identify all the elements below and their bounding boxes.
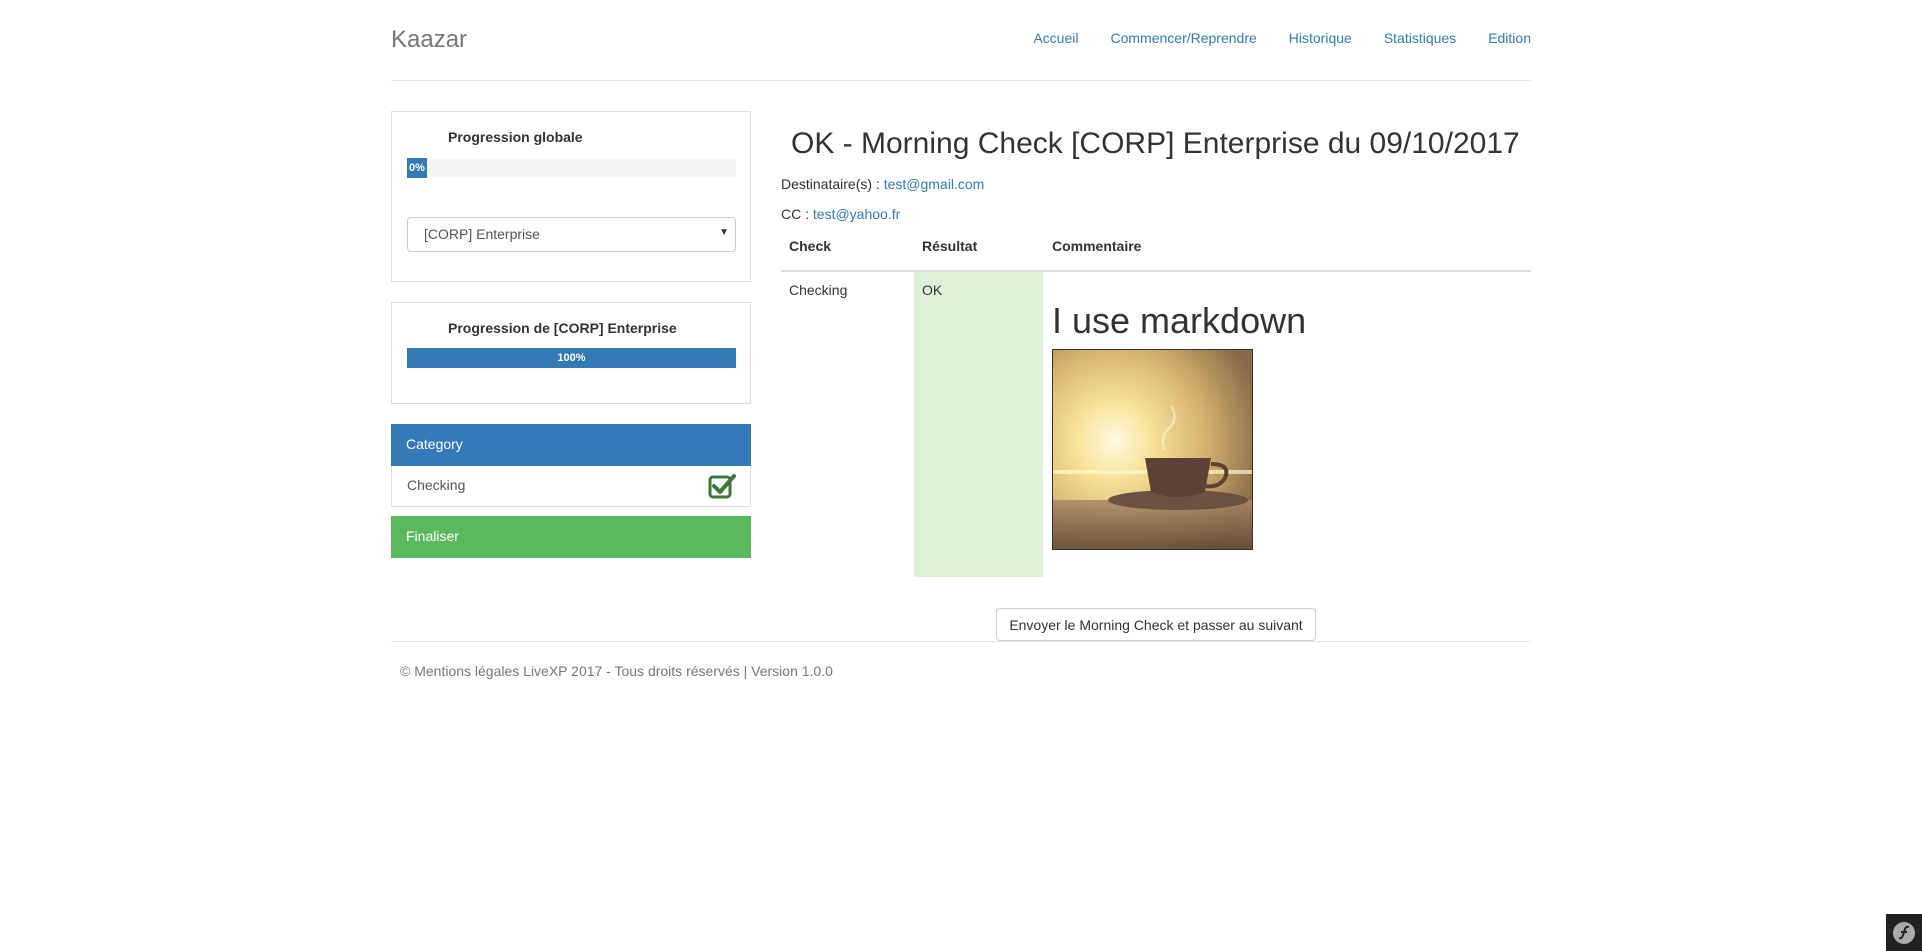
category-item-label: Checking: [407, 477, 466, 493]
brand-logo[interactable]: Kaazar: [391, 26, 467, 54]
main-nav: Accueil Commencer/Reprendre Historique S…: [1001, 30, 1531, 46]
check-square-icon: [708, 474, 736, 499]
environment-select-value: [CORP] Enterprise: [424, 226, 540, 242]
column-header-check: Check: [789, 238, 832, 254]
column-header-comment: Commentaire: [1052, 238, 1142, 254]
environment-progress-fill: 100%: [407, 348, 736, 368]
recipient-email-link[interactable]: test@gmail.com: [884, 176, 985, 192]
table-cell-result: OK: [922, 282, 943, 298]
column-header-result: Résultat: [922, 238, 978, 254]
global-progress-title: Progression globale: [448, 129, 583, 145]
nav-statistiques[interactable]: Statistiques: [1384, 30, 1456, 46]
global-progress-label: 0%: [409, 162, 425, 174]
nav-historique[interactable]: Historique: [1289, 30, 1352, 46]
cc-label: CC :: [781, 206, 809, 222]
finalize-button[interactable]: Finaliser: [391, 516, 751, 558]
global-progress-bar: 0%: [407, 158, 736, 178]
nav-commencer-reprendre[interactable]: Commencer/Reprendre: [1110, 30, 1256, 46]
table-cell-check: Checking: [789, 282, 848, 298]
global-progress-fill: 0%: [407, 158, 427, 178]
cc-line: CC : test@yahoo.fr: [781, 206, 900, 222]
comment-coffee-image: [1052, 349, 1253, 550]
page-title: OK - Morning Check [CORP] Enterprise du …: [791, 127, 1520, 160]
category-header: Category: [391, 424, 751, 466]
environment-progress-panel: Progression de [CORP] Enterprise 100%: [391, 302, 751, 404]
category-item-checking[interactable]: Checking: [391, 466, 751, 507]
nav-edition[interactable]: Edition: [1488, 30, 1531, 46]
comment-markdown-heading: I use markdown: [1052, 300, 1307, 341]
page-container: Kaazar Accueil Commencer/Reprendre Histo…: [391, 0, 1531, 577]
environment-progress-label: 100%: [557, 352, 586, 364]
recipients-line: Destinataire(s) : test@gmail.com: [781, 176, 984, 192]
environment-progress-title: Progression de [CORP] Enterprise: [448, 320, 677, 336]
symfony-toolbar-toggle[interactable]: [1886, 914, 1922, 951]
footer-text: © Mentions légales LiveXP 2017 - Tous dr…: [400, 663, 833, 679]
global-progress-panel: Progression globale 0% [CORP] Enterprise…: [391, 111, 751, 282]
top-navbar: Kaazar Accueil Commencer/Reprendre Histo…: [391, 0, 1531, 81]
environment-progress-bar: 100%: [407, 348, 736, 368]
environment-select[interactable]: [CORP] Enterprise ▼: [407, 217, 736, 252]
result-cell-ok: [914, 272, 1043, 577]
table-header-divider: [781, 270, 1531, 272]
send-morning-check-button[interactable]: Envoyer le Morning Check et passer au su…: [996, 608, 1316, 641]
chevron-down-icon: ▼: [719, 227, 729, 238]
footer-divider: [391, 641, 1531, 642]
nav-accueil[interactable]: Accueil: [1033, 30, 1078, 46]
symfony-icon: [1893, 921, 1915, 944]
recipients-label: Destinataire(s) :: [781, 176, 880, 192]
cc-email-link[interactable]: test@yahoo.fr: [813, 206, 900, 222]
